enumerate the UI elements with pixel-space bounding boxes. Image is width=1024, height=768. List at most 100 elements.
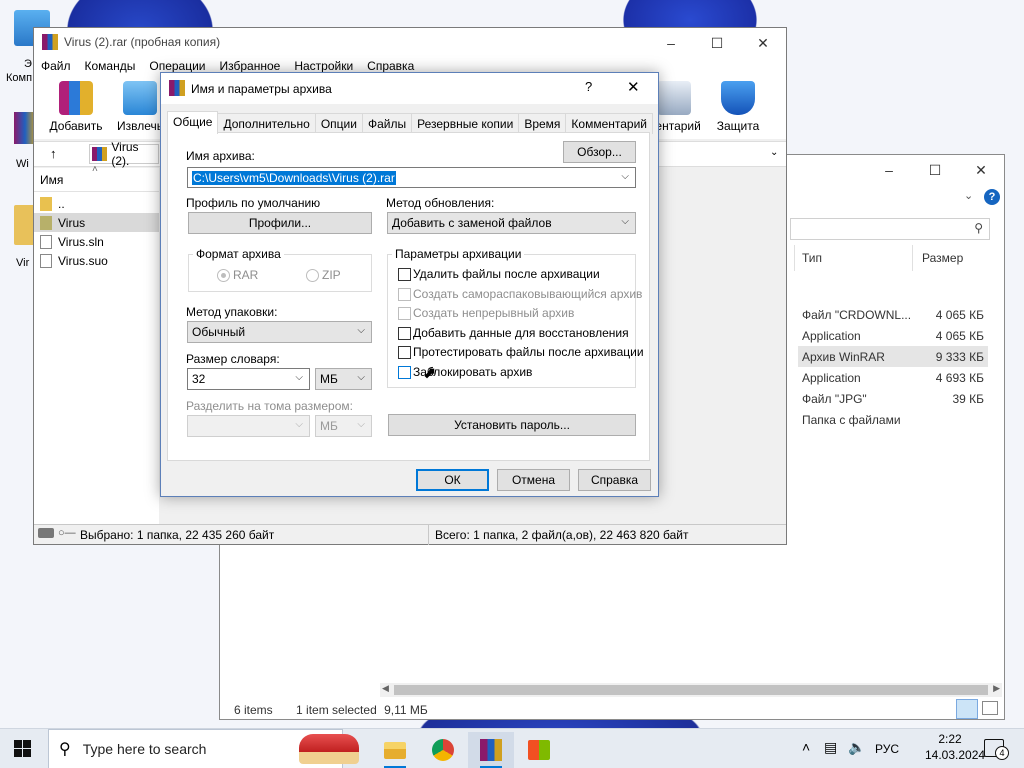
split-volumes-input[interactable]: ⌵ (187, 415, 310, 437)
table-row[interactable]: Файл "CRDOWNL... 4 065 КБ (798, 304, 988, 325)
dictionary-size-input[interactable]: 32 ⌵ (187, 368, 310, 390)
chevron-up-icon[interactable]: ˄ (802, 739, 810, 755)
help-icon[interactable]: ? (984, 189, 1000, 205)
minimize-icon[interactable]: – (866, 155, 912, 185)
table-row[interactable]: Папка с файлами (798, 409, 988, 430)
list-item[interactable]: Virus.sln (34, 232, 159, 251)
solid-archive-checkbox[interactable] (398, 307, 411, 320)
windows-start-icon[interactable] (14, 740, 32, 758)
volume-icon[interactable]: 🔈 (848, 739, 865, 756)
recovery-record-checkbox[interactable] (398, 327, 411, 340)
shield-icon (721, 81, 755, 115)
sort-ascending-icon: ˄ (92, 164, 98, 175)
file-size: 4 693 КБ (935, 370, 984, 385)
table-row[interactable]: Application 4 693 КБ (798, 367, 988, 388)
column-header-size[interactable]: Размер (922, 251, 963, 265)
add-button[interactable]: Добавить (44, 81, 108, 133)
close-icon[interactable]: ✕ (958, 155, 1004, 185)
taskbar-file-explorer[interactable] (372, 732, 418, 768)
solid-archive-label[interactable]: Создать непрерывный архив (413, 306, 574, 320)
taskbar-chrome[interactable] (420, 732, 466, 768)
tab-comment[interactable]: Комментарий (565, 113, 654, 134)
sfx-checkbox[interactable] (398, 288, 411, 301)
dictionary-size-value: 32 (192, 372, 206, 386)
table-row[interactable]: Application 4 065 КБ (798, 325, 988, 346)
file-size: 39 КБ (952, 391, 984, 406)
list-item-selected[interactable]: Virus (34, 213, 159, 232)
menu-file[interactable]: Файл (34, 57, 78, 77)
clock[interactable]: 2:22 14.03.2024 (925, 732, 985, 762)
update-method-select[interactable]: Добавить с заменой файлов ⌵ (387, 212, 636, 234)
chevron-down-icon: ⌵ (357, 372, 365, 383)
set-password-button[interactable]: Установить пароль... (388, 414, 636, 436)
browse-button[interactable]: Обзор... (563, 141, 636, 163)
key-icon: ○— (58, 527, 76, 539)
comment-icon (657, 81, 691, 115)
winrar-app-icon (42, 34, 58, 50)
selection-size: 9,11 МБ (384, 703, 428, 717)
delete-files-checkbox[interactable] (398, 268, 411, 281)
up-arrow-icon[interactable]: ↑ (50, 146, 57, 161)
list-item[interactable]: Virus.suo (34, 251, 159, 270)
horizontal-scrollbar[interactable]: ◀ ▶ (380, 683, 1002, 697)
context-help-icon[interactable]: ? (585, 79, 592, 94)
dictionary-unit-value: МБ (320, 372, 338, 386)
archive-name-input[interactable]: C:\Users\vm5\Downloads\Virus (2).rar ⌵ (187, 167, 636, 188)
close-icon[interactable]: ✕ (627, 78, 640, 96)
format-zip-radio[interactable] (306, 269, 319, 282)
sfx-label[interactable]: Создать самораспаковывающийся архив (413, 287, 642, 301)
ok-button[interactable]: ОК (416, 469, 489, 491)
tab-backup[interactable]: Резервные копии (411, 113, 520, 134)
dictionary-unit-select[interactable]: МБ ⌵ (315, 368, 372, 390)
minimize-icon[interactable]: – (648, 28, 694, 58)
protect-button[interactable]: Защита (706, 81, 770, 133)
update-method-value: Добавить с заменой файлов (392, 216, 552, 230)
taskbar-winrar[interactable] (468, 732, 514, 768)
search-input[interactable]: ⚲ (790, 218, 990, 240)
scroll-left-icon[interactable]: ◀ (382, 683, 389, 694)
chevron-down-icon[interactable]: ⌄ (770, 147, 778, 158)
split-unit-select[interactable]: МБ ⌵ (315, 415, 372, 437)
archive-options-dialog: Имя и параметры архива ? ✕ Общие Дополни… (160, 72, 659, 497)
tab-general[interactable]: Общие (167, 111, 219, 134)
cancel-button[interactable]: Отмена (497, 469, 570, 491)
tab-time[interactable]: Время (518, 113, 567, 134)
language-indicator[interactable]: РУС (875, 742, 899, 756)
large-icons-view-icon[interactable] (982, 701, 998, 715)
close-icon[interactable]: ✕ (740, 28, 786, 58)
taskbar-search[interactable]: ⚲ Type here to search (48, 729, 359, 768)
item-name: .. (58, 196, 65, 211)
test-files-label[interactable]: Протестировать файлы после архивации (413, 345, 644, 359)
format-rar-radio[interactable] (217, 269, 230, 282)
details-view-icon[interactable] (956, 699, 978, 719)
tab-files[interactable]: Файлы (361, 113, 413, 134)
ribbon-expand-icon[interactable]: ⌄ (964, 189, 973, 202)
compression-method-select[interactable]: Обычный ⌵ (187, 321, 372, 343)
folder-icon (384, 741, 406, 759)
notifications-icon[interactable]: 4 (984, 739, 1009, 760)
help-button[interactable]: Справка (578, 469, 651, 491)
table-row[interactable]: Файл "JPG" 39 КБ (798, 388, 988, 409)
tab-advanced[interactable]: Дополнительно (217, 113, 316, 134)
lock-archive-checkbox[interactable] (398, 366, 411, 379)
recovery-record-label[interactable]: Добавить данные для восстановления (413, 326, 629, 340)
maximize-icon[interactable]: ☐ (912, 155, 958, 185)
list-item[interactable]: .. (34, 194, 159, 213)
delete-files-label[interactable]: Удалить файлы после архивации (413, 267, 600, 281)
menu-commands[interactable]: Команды (78, 57, 143, 77)
column-header-type[interactable]: Тип (802, 251, 822, 265)
scrollbar-thumb[interactable] (394, 685, 988, 695)
profiles-button[interactable]: Профили... (188, 212, 372, 234)
chevron-down-icon: ⌵ (295, 419, 303, 430)
taskbar-store[interactable] (516, 732, 562, 768)
chevron-down-icon[interactable]: ⌵ (621, 171, 629, 182)
test-files-checkbox[interactable] (398, 346, 411, 359)
tab-options[interactable]: Опции (314, 113, 363, 134)
scroll-right-icon[interactable]: ▶ (993, 683, 1000, 694)
chevron-down-icon[interactable]: ⌵ (295, 372, 303, 383)
desktop-icon-label: Wi (16, 158, 29, 170)
path-combo[interactable]: Virus (2). (89, 140, 159, 168)
network-icon[interactable]: ▤ (824, 739, 837, 756)
maximize-icon[interactable]: ☐ (694, 28, 740, 58)
table-row-selected[interactable]: Архив WinRAR 9 333 КБ (798, 346, 988, 367)
